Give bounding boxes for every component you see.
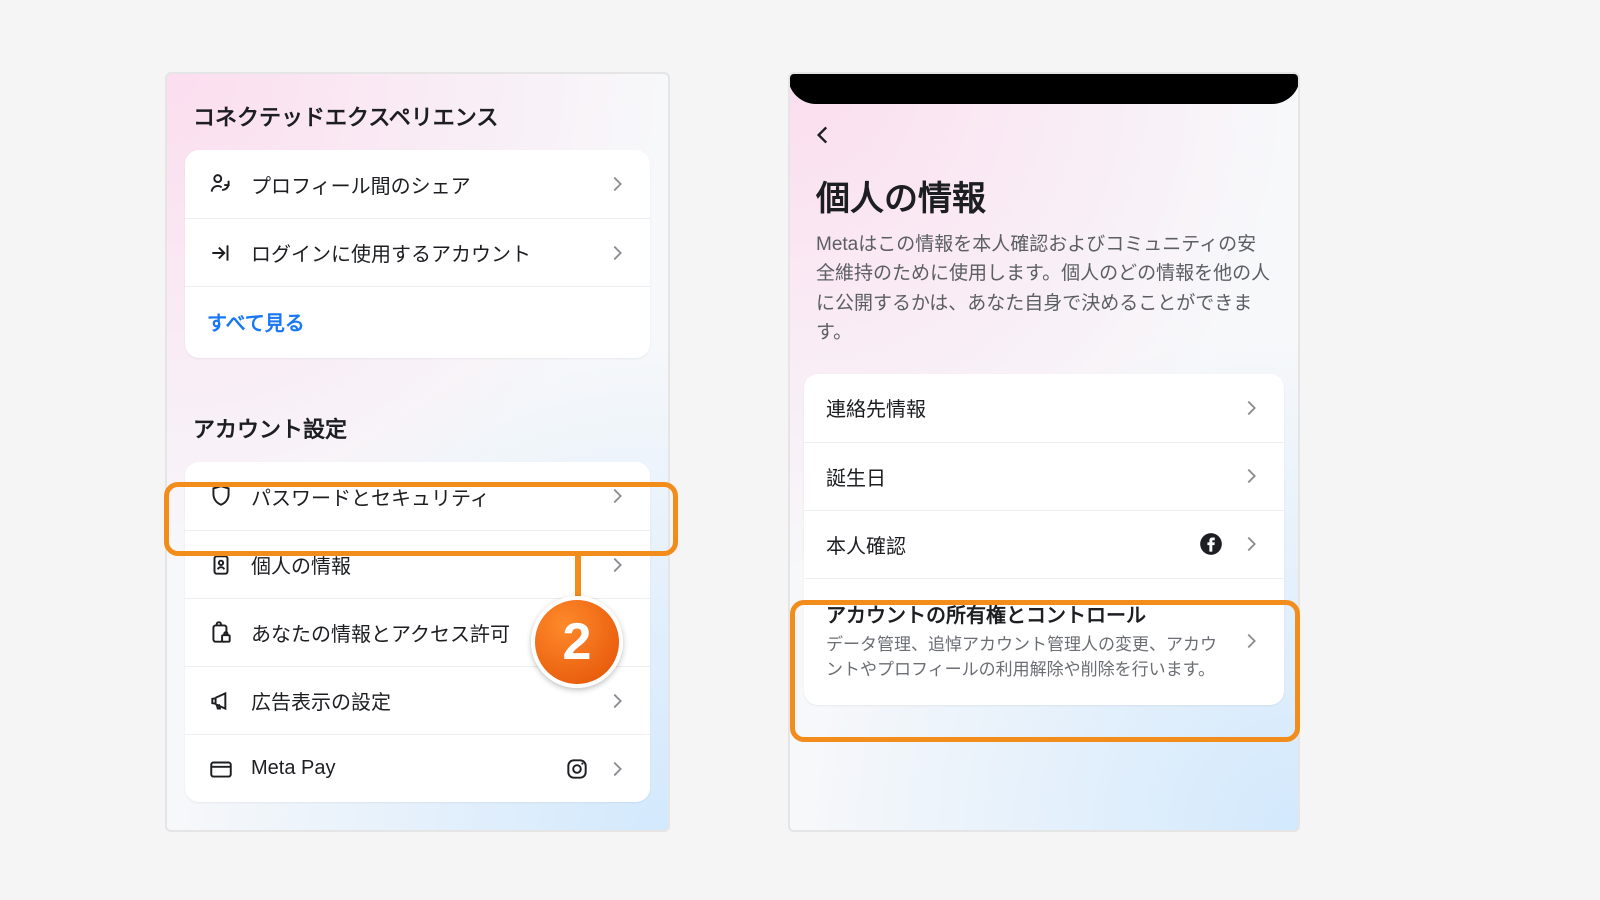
row-meta-pay[interactable]: Meta Pay <box>185 734 650 802</box>
page-description: Metaはこの情報を本人確認およびコミュニティの安全維持のために使用します。個人… <box>790 230 1298 374</box>
personal-info-panel: 個人の情報 Metaはこの情報を本人確認およびコミュニティの安全維持のために使用… <box>788 72 1300 832</box>
row-subtitle: データ管理、追悼アカウント管理人の変更、アカウントやプロフィールの利用解除や削除… <box>826 632 1224 683</box>
connected-experiences-card: プロフィール間のシェア ログインに使用するアカウント すべて見る <box>185 150 650 358</box>
chevron-right-icon <box>1240 397 1262 419</box>
chevron-right-icon <box>1240 465 1262 487</box>
instagram-icon <box>564 756 590 782</box>
row-identity-confirmation[interactable]: 本人確認 <box>804 510 1284 578</box>
credit-card-icon <box>207 755 235 783</box>
chevron-right-icon <box>606 758 628 780</box>
chevron-right-icon <box>606 242 628 264</box>
chevron-right-icon <box>606 554 628 576</box>
step-badge: 2 <box>531 596 623 688</box>
chevron-right-icon <box>606 485 628 507</box>
settings-panel: コネクテッドエクスペリエンス プロフィール間のシェア ログインに使用するアカウン… <box>165 72 670 832</box>
login-arrow-icon <box>207 239 235 267</box>
row-label: 誕生日 <box>826 462 1224 491</box>
row-label: プロフィール間のシェア <box>251 170 590 199</box>
row-label: Meta Pay <box>251 757 548 780</box>
chevron-right-icon <box>606 173 628 195</box>
facebook-icon <box>1198 531 1224 557</box>
row-account-ownership[interactable]: アカウントの所有権とコントロール データ管理、追悼アカウント管理人の変更、アカウ… <box>804 578 1284 705</box>
page-title: 個人の情報 <box>790 153 1298 230</box>
connected-experiences-title: コネクテッドエクスペリエンス <box>167 74 668 150</box>
account-settings-title: アカウント設定 <box>167 386 668 462</box>
row-birthday[interactable]: 誕生日 <box>804 442 1284 510</box>
back-button[interactable] <box>790 104 1298 153</box>
clipboard-lock-icon <box>207 619 235 647</box>
row-password-security[interactable]: パスワードとセキュリティ <box>185 462 650 530</box>
row-label: 本人確認 <box>826 530 1182 559</box>
share-user-icon <box>207 170 235 198</box>
row-label: ログインに使用するアカウント <box>251 238 590 267</box>
see-all-link[interactable]: すべて見る <box>185 286 650 358</box>
row-contact-info[interactable]: 連絡先情報 <box>804 374 1284 442</box>
chevron-right-icon <box>1240 630 1262 652</box>
phone-status-bar <box>788 72 1300 104</box>
personal-info-card: 連絡先情報 誕生日 本人確認 アカウントの所有権とコントロール データ管理、追悼… <box>804 374 1284 705</box>
row-label: 広告表示の設定 <box>251 686 590 715</box>
id-card-icon <box>207 551 235 579</box>
row-account-center-more[interactable]: このアカウントセンターでアカウン <box>185 830 650 832</box>
row-login-account[interactable]: ログインに使用するアカウント <box>185 218 650 286</box>
extra-card: このアカウントセンターでアカウン <box>185 830 650 832</box>
megaphone-icon <box>207 687 235 715</box>
row-label: 個人の情報 <box>251 550 590 579</box>
chevron-right-icon <box>606 690 628 712</box>
row-title: アカウントの所有権とコントロール <box>826 599 1224 628</box>
row-profile-sharing[interactable]: プロフィール間のシェア <box>185 150 650 218</box>
row-label: 連絡先情報 <box>826 393 1224 422</box>
chevron-right-icon <box>1240 533 1262 555</box>
row-label: パスワードとセキュリティ <box>251 482 590 511</box>
step-connector <box>575 554 581 600</box>
shield-icon <box>207 482 235 510</box>
